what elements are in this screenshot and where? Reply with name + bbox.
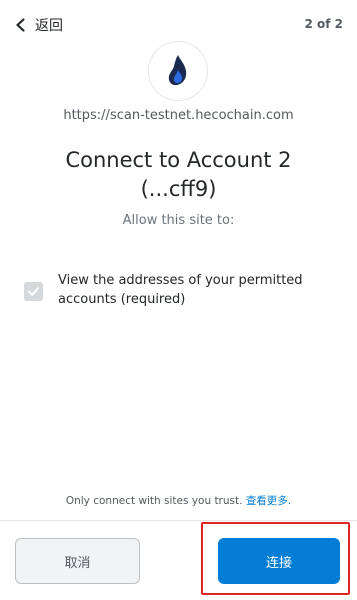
site-logo [148,41,208,101]
chevron-left-icon [16,18,25,32]
page-title: Connect to Account 2 (...cff9) [0,146,357,204]
allow-subtitle: Allow this site to: [122,213,235,228]
trust-text: Only connect with sites you trust. [65,495,243,507]
step-indicator: 2 of 2 [304,17,343,31]
permission-item: View the addresses of your permitted acc… [24,271,334,309]
back-label: 返回 [35,18,63,34]
heco-flame-icon [168,55,187,86]
footer-divider [0,520,357,521]
permission-label-line-1: View the addresses of your permitted [58,273,303,288]
title-line-1: Connect to Account 2 [65,148,292,172]
title-line-2: (...cff9) [140,177,217,201]
permission-checkbox[interactable] [24,282,43,301]
learn-more-link[interactable]: 查看更多. [246,495,291,507]
back-button[interactable]: 返回 [13,14,63,36]
site-origin: https://scan-testnet.hecochain.com [63,108,294,123]
cancel-button[interactable]: 取消 [15,538,140,584]
permission-label-line-2: accounts (required) [58,292,186,307]
checkmark-icon [28,287,39,296]
permission-label: View the addresses of your permitted acc… [58,271,303,309]
connect-button[interactable]: 连接 [218,538,340,584]
trust-notice: Only connect with sites you trust. 查看更多. [0,493,357,508]
